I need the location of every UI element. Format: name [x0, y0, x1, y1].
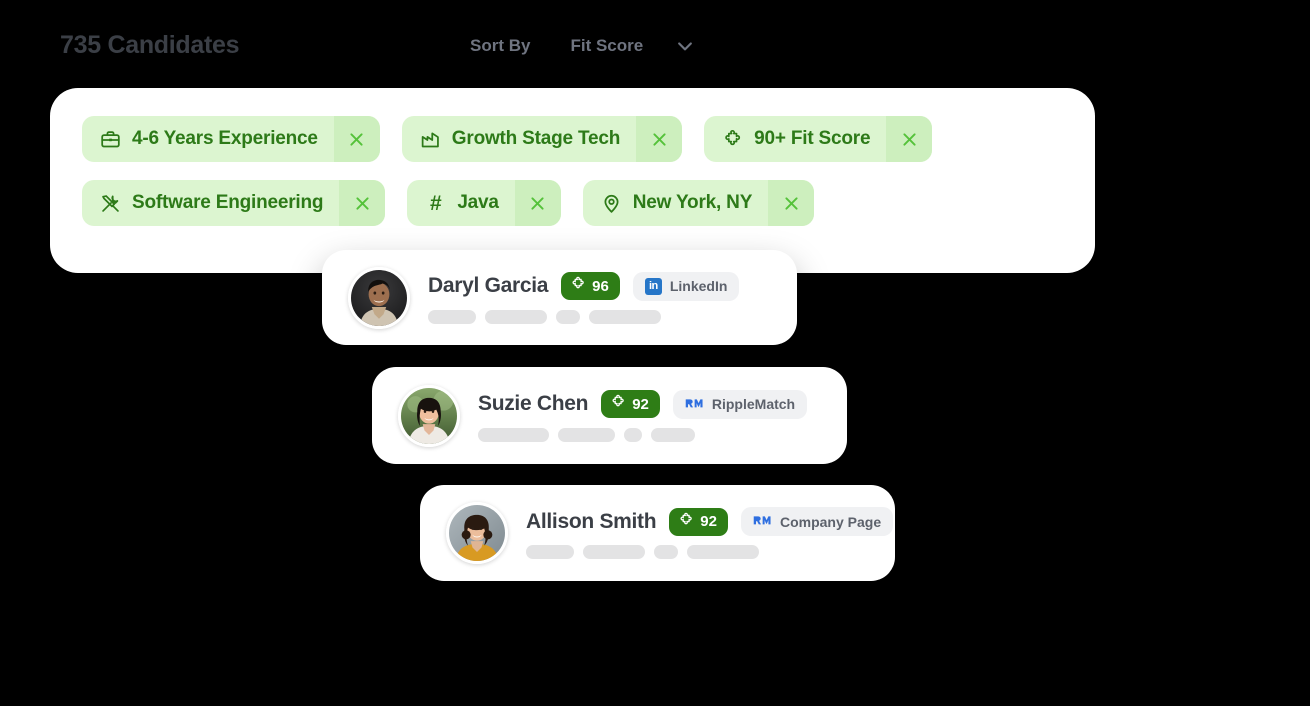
filter-chip-growth-stage-tech[interactable]: Growth Stage Tech	[401, 116, 683, 162]
candidate-card[interactable]: Daryl Garcia 96 in LinkedIn	[322, 250, 797, 345]
candidate-card[interactable]: Allison Smith 92 Company Page	[420, 485, 895, 581]
sort-by-label: Sort By	[470, 36, 531, 55]
source-badge-ripplematch[interactable]: RippleMatch	[672, 389, 808, 419]
candidate-header: Allison Smith 92 Company Page	[526, 507, 894, 536]
source-badge-company-page[interactable]: Company Page	[740, 507, 894, 536]
puzzle-icon	[722, 129, 743, 150]
avatar	[398, 384, 460, 447]
remove-filter-button[interactable]	[333, 116, 380, 162]
skeleton-bar	[687, 545, 759, 559]
candidate-details: Suzie Chen 92 RippleMatch	[478, 389, 821, 442]
avatar	[348, 266, 410, 329]
filter-panel: 4-6 Years Experience Growth Stage Tech 9…	[50, 88, 1095, 273]
chip-label: Java	[457, 192, 499, 213]
chip-content: 90+ Fit Score	[704, 116, 886, 162]
skeleton-bar	[651, 427, 695, 442]
remove-filter-button[interactable]	[768, 180, 815, 226]
linkedin-icon: in	[644, 277, 662, 295]
puzzle-icon	[678, 512, 694, 532]
sort-by-value: Fit Score	[570, 36, 644, 55]
chip-content: Software Engineering	[82, 180, 339, 226]
remove-filter-button[interactable]	[339, 180, 386, 226]
candidate-card[interactable]: Suzie Chen 92 RippleMatch	[372, 367, 847, 464]
chevron-down-icon[interactable]	[675, 36, 695, 56]
ripplematch-icon	[685, 396, 704, 412]
chip-label: New York, NY	[632, 192, 753, 213]
remove-filter-button[interactable]	[886, 116, 933, 162]
filter-chip-location[interactable]: New York, NY	[582, 180, 815, 226]
skeleton-bar	[526, 545, 574, 559]
chip-content: # Java	[407, 180, 514, 226]
ripplematch-icon	[753, 514, 772, 530]
source-label: Company Page	[779, 513, 882, 530]
source-label: LinkedIn	[669, 278, 728, 294]
skeleton-bar	[478, 427, 549, 442]
hash-icon: #	[425, 193, 446, 214]
hash-glyph: #	[429, 191, 442, 215]
candidate-name: Suzie Chen	[478, 392, 589, 415]
fit-score-badge: 96	[561, 272, 620, 300]
chip-label: Growth Stage Tech	[451, 128, 621, 149]
location-pin-icon	[601, 193, 622, 214]
avatar	[446, 502, 508, 564]
candidate-header: Daryl Garcia 96 in LinkedIn	[428, 271, 771, 301]
filter-chip-fit-score[interactable]: 90+ Fit Score	[704, 116, 933, 162]
filter-chip-years-experience[interactable]: 4-6 Years Experience	[82, 116, 380, 162]
placeholder-bars	[526, 545, 893, 559]
candidate-name: Allison Smith	[526, 509, 657, 533]
skeleton-bar	[589, 309, 661, 324]
source-label: RippleMatch	[711, 396, 796, 412]
fit-score-value: 92	[700, 513, 717, 530]
tools-icon	[100, 193, 121, 214]
puzzle-icon	[610, 394, 626, 414]
briefcase-icon	[100, 129, 121, 150]
app-root: 735 Candidates Sort By Fit Score 4-6 Yea…	[0, 0, 1310, 706]
filter-chip-row: Software Engineering # Java New York, NY	[82, 180, 1063, 226]
skeleton-bar	[558, 427, 615, 442]
chip-content: Growth Stage Tech	[402, 116, 636, 162]
puzzle-icon	[570, 276, 586, 296]
candidate-details: Allison Smith 92 Company Page	[526, 507, 894, 559]
fit-score-badge: 92	[601, 390, 660, 418]
chip-label: 90+ Fit Score	[754, 128, 871, 149]
source-badge-linkedin[interactable]: in LinkedIn	[632, 271, 740, 301]
skeleton-bar	[428, 309, 476, 324]
filter-chip-software-engineering[interactable]: Software Engineering	[82, 180, 386, 226]
fit-score-badge: 92	[669, 507, 728, 536]
placeholder-bars	[428, 309, 771, 324]
factory-icon	[420, 129, 441, 150]
placeholder-bars	[478, 427, 821, 442]
remove-filter-button[interactable]	[636, 116, 683, 162]
sort-control[interactable]: Sort By Fit Score	[470, 30, 695, 62]
candidate-name: Daryl Garcia	[428, 274, 549, 297]
fit-score-value: 92	[632, 395, 649, 413]
chip-content: 4-6 Years Experience	[82, 116, 334, 162]
chip-label: 4-6 Years Experience	[132, 128, 318, 149]
candidate-details: Daryl Garcia 96 in LinkedIn	[428, 271, 771, 324]
skeleton-bar	[583, 545, 645, 559]
chip-label: Software Engineering	[132, 192, 324, 213]
skeleton-bar	[624, 427, 642, 442]
results-header: 735 Candidates Sort By Fit Score	[60, 28, 780, 68]
remove-filter-button[interactable]	[514, 180, 561, 226]
skeleton-bar	[654, 545, 678, 559]
skeleton-bar	[485, 309, 547, 324]
page-title: 735 Candidates	[60, 31, 240, 59]
filter-chip-java[interactable]: # Java	[407, 180, 561, 226]
candidate-header: Suzie Chen 92 RippleMatch	[478, 389, 821, 419]
skeleton-bar	[556, 309, 580, 324]
filter-chip-row: 4-6 Years Experience Growth Stage Tech 9…	[82, 116, 1063, 162]
fit-score-value: 96	[592, 277, 609, 295]
chip-content: New York, NY	[583, 180, 768, 226]
